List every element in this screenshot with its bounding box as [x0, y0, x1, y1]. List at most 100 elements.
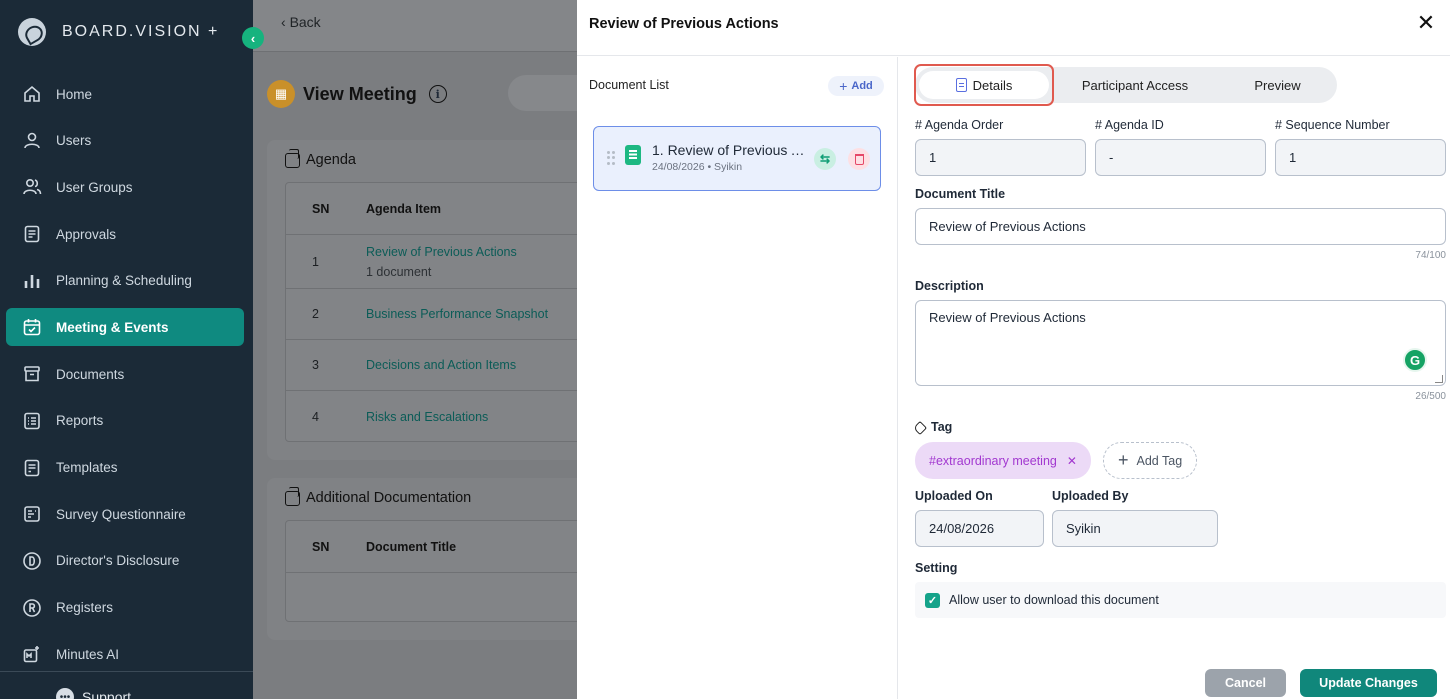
d-circle-icon: [22, 551, 42, 571]
sidebar-item-documents[interactable]: Documents: [6, 355, 244, 393]
additional-title: Additional Documentation: [306, 490, 472, 506]
table-header: SN Document Title: [286, 521, 596, 573]
table-row[interactable]: 4 Risks and Escalations: [286, 391, 596, 442]
document-title-counter: 74/100: [1415, 250, 1446, 261]
minutes-ai-icon: [22, 644, 42, 664]
sidebar-item-label: Survey Questionnaire: [56, 506, 186, 522]
plus-icon: +: [1118, 450, 1129, 470]
document-modal: Review of Previous Actions ✕ Document Li…: [577, 0, 1450, 699]
sequence-number-label: # Sequence Number: [1275, 118, 1390, 132]
close-icon[interactable]: ✕: [1416, 12, 1436, 34]
sidebar-item-meeting-events[interactable]: Meeting & Events: [6, 308, 244, 347]
replace-document-icon[interactable]: ⇆: [814, 148, 836, 170]
sidebar-item-label: Meeting & Events: [56, 319, 169, 335]
agenda-card-title: Agenda: [285, 148, 356, 168]
document-list-pane: Document List + Add 1. Review of Previou…: [577, 57, 898, 699]
sidebar-item-directors-disclosure[interactable]: Director's Disclosure: [6, 542, 244, 580]
agenda-id-field[interactable]: -: [1095, 139, 1266, 176]
tag-chip[interactable]: #extraordinary meeting ✕: [915, 442, 1091, 479]
delete-document-button[interactable]: [848, 148, 870, 170]
table-row[interactable]: 3 Decisions and Action Items: [286, 340, 596, 391]
sidebar-item-users[interactable]: Users: [6, 122, 244, 160]
table-header: SN Agenda Item: [286, 183, 596, 235]
resize-handle-icon[interactable]: [1435, 375, 1443, 383]
details-pane: Details Participant Access Preview # Age…: [899, 57, 1450, 699]
brand[interactable]: BOARD.VISION +: [18, 18, 219, 46]
copy-icon: [285, 148, 300, 168]
add-document-button[interactable]: + Add: [828, 76, 884, 96]
support-link[interactable]: ••• Support: [56, 688, 131, 699]
drag-handle-icon[interactable]: [607, 151, 615, 165]
sidebar-item-label: Director's Disclosure: [56, 553, 180, 569]
highlight-box: [914, 64, 1054, 106]
row-sn: 3: [312, 358, 319, 372]
header-sn: SN: [312, 539, 330, 554]
calendar-check-icon: [22, 317, 42, 337]
tab-participant-access[interactable]: Participant Access: [1060, 67, 1210, 103]
sidebar-item-label: Home: [56, 86, 93, 102]
agenda-order-label: # Agenda Order: [915, 118, 1004, 132]
survey-icon: [22, 504, 42, 524]
additional-table: SN Document Title: [285, 520, 597, 622]
sidebar: BOARD.VISION + Home Users User Groups Ap…: [0, 0, 253, 699]
cancel-button[interactable]: Cancel: [1205, 669, 1286, 697]
header-sn: SN: [312, 201, 330, 216]
collapse-sidebar-button[interactable]: ‹: [242, 27, 264, 49]
agenda-item-link[interactable]: Risks and Escalations: [366, 410, 488, 424]
document-meta: 24/08/2026 • Syikin: [652, 161, 743, 173]
document-title-label: Document Title: [915, 187, 1006, 201]
main-content: ‹ Back ▦ View Meeting i Agenda SN Agenda…: [253, 0, 598, 699]
sidebar-item-minutes-ai[interactable]: Minutes AI: [6, 635, 244, 673]
sidebar-item-label: Users: [56, 133, 92, 149]
sidebar-item-registers[interactable]: Registers: [6, 589, 244, 627]
sidebar-nav: Home Users User Groups Approvals Plannin…: [6, 75, 244, 682]
allow-download-checkbox[interactable]: ✓: [925, 592, 940, 608]
sidebar-item-label: Registers: [56, 600, 114, 616]
document-list-item[interactable]: 1. Review of Previous Actions 24/08/2026…: [593, 126, 881, 191]
sidebar-item-approvals[interactable]: Approvals: [6, 215, 244, 253]
r-circle-icon: [22, 598, 42, 618]
add-label: Add: [851, 80, 873, 92]
agenda-item-link[interactable]: Review of Previous Actions: [366, 245, 517, 259]
copy-icon: [285, 486, 300, 506]
uploaded-by-label: Uploaded By: [1052, 489, 1129, 503]
sidebar-item-reports[interactable]: Reports: [6, 402, 244, 440]
calendar-icon: ▦: [267, 80, 295, 108]
header-document-title: Document Title: [366, 539, 457, 554]
document-title-input[interactable]: Review of Previous Actions: [915, 208, 1446, 245]
uploaded-by-field: Syikin: [1052, 510, 1218, 547]
agenda-order-field[interactable]: 1: [915, 139, 1086, 176]
update-changes-button[interactable]: Update Changes: [1300, 669, 1437, 697]
info-icon[interactable]: i: [428, 85, 447, 103]
approvals-icon: [22, 224, 42, 244]
document-name: 1. Review of Previous Actions: [652, 142, 806, 158]
sequence-number-field[interactable]: 1: [1275, 139, 1446, 176]
document-icon: [625, 145, 641, 165]
sidebar-item-label: Approvals: [56, 226, 117, 242]
archive-icon: [22, 364, 42, 384]
grammarly-icon[interactable]: G: [1403, 348, 1427, 372]
tag-label-text: Tag: [931, 420, 953, 434]
sidebar-item-planning[interactable]: Planning & Scheduling: [6, 262, 244, 300]
additional-card-title: Additional Documentation: [285, 486, 472, 506]
sidebar-item-survey[interactable]: Survey Questionnaire: [6, 495, 244, 533]
page-title-text: View Meeting: [303, 83, 417, 104]
agenda-item-link[interactable]: Business Performance Snapshot: [366, 307, 548, 321]
allow-download-label: Allow user to download this document: [949, 593, 1159, 607]
add-tag-button[interactable]: + Add Tag: [1103, 442, 1198, 479]
sidebar-item-templates[interactable]: Templates: [6, 449, 244, 487]
sidebar-item-home[interactable]: Home: [6, 75, 244, 113]
agenda-card: Agenda SN Agenda Item 1 Review of Previo…: [267, 140, 597, 460]
agenda-table: SN Agenda Item 1 Review of Previous Acti…: [285, 182, 597, 442]
table-row[interactable]: 1 Review of Previous Actions 1 document: [286, 235, 596, 289]
trash-icon: [854, 153, 864, 165]
back-link[interactable]: ‹ Back: [281, 14, 321, 30]
agenda-item-doc-count: 1 document: [366, 264, 432, 279]
agenda-item-link[interactable]: Decisions and Action Items: [366, 358, 516, 372]
tab-preview[interactable]: Preview: [1215, 67, 1340, 103]
description-textarea[interactable]: Review of Previous Actions: [915, 300, 1446, 386]
table-row[interactable]: 2 Business Performance Snapshot: [286, 289, 596, 340]
remove-tag-icon[interactable]: ✕: [1067, 454, 1077, 468]
sidebar-item-user-groups[interactable]: User Groups: [6, 168, 244, 206]
allow-download-setting[interactable]: ✓ Allow user to download this document: [915, 582, 1446, 618]
